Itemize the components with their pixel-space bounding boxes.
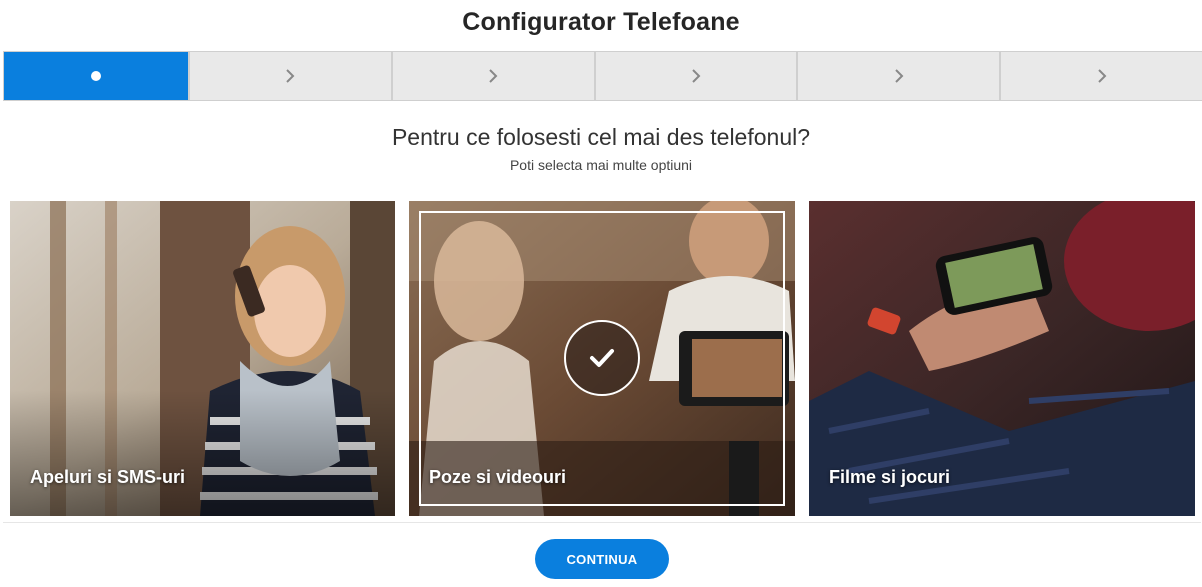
step-2[interactable] xyxy=(188,52,391,100)
step-3[interactable] xyxy=(390,52,594,100)
step-6[interactable] xyxy=(999,52,1202,100)
continue-button[interactable]: CONTINUA xyxy=(535,539,669,579)
option-card-games[interactable]: Filme si jocuri xyxy=(809,201,1195,516)
chevron-right-icon xyxy=(489,69,498,83)
question-hint: Poti selecta mai multe optiuni xyxy=(509,157,693,173)
option-label: Poze si videouri xyxy=(429,467,567,487)
progress-stepper xyxy=(3,51,1202,101)
question-title: Pentru ce folosesti cel mai des telefonu… xyxy=(391,124,811,150)
step-5[interactable] xyxy=(796,52,1000,100)
check-icon xyxy=(564,320,640,396)
chevron-right-icon xyxy=(1097,69,1106,83)
footer-divider xyxy=(3,522,1201,523)
chevron-right-icon xyxy=(692,69,701,83)
page-title: Configurator Telefoane xyxy=(462,8,740,36)
chevron-right-icon xyxy=(895,69,904,83)
chevron-right-icon xyxy=(286,69,295,83)
step-1[interactable] xyxy=(4,52,188,100)
option-label: Filme si jocuri xyxy=(829,467,951,487)
option-card-calls[interactable]: Apeluri si SMS-uri xyxy=(10,201,395,516)
step-4[interactable] xyxy=(593,52,797,100)
option-card-photos[interactable]: Poze si videouri xyxy=(409,201,795,516)
dot-icon xyxy=(91,71,101,81)
option-label: Apeluri si SMS-uri xyxy=(30,467,186,487)
